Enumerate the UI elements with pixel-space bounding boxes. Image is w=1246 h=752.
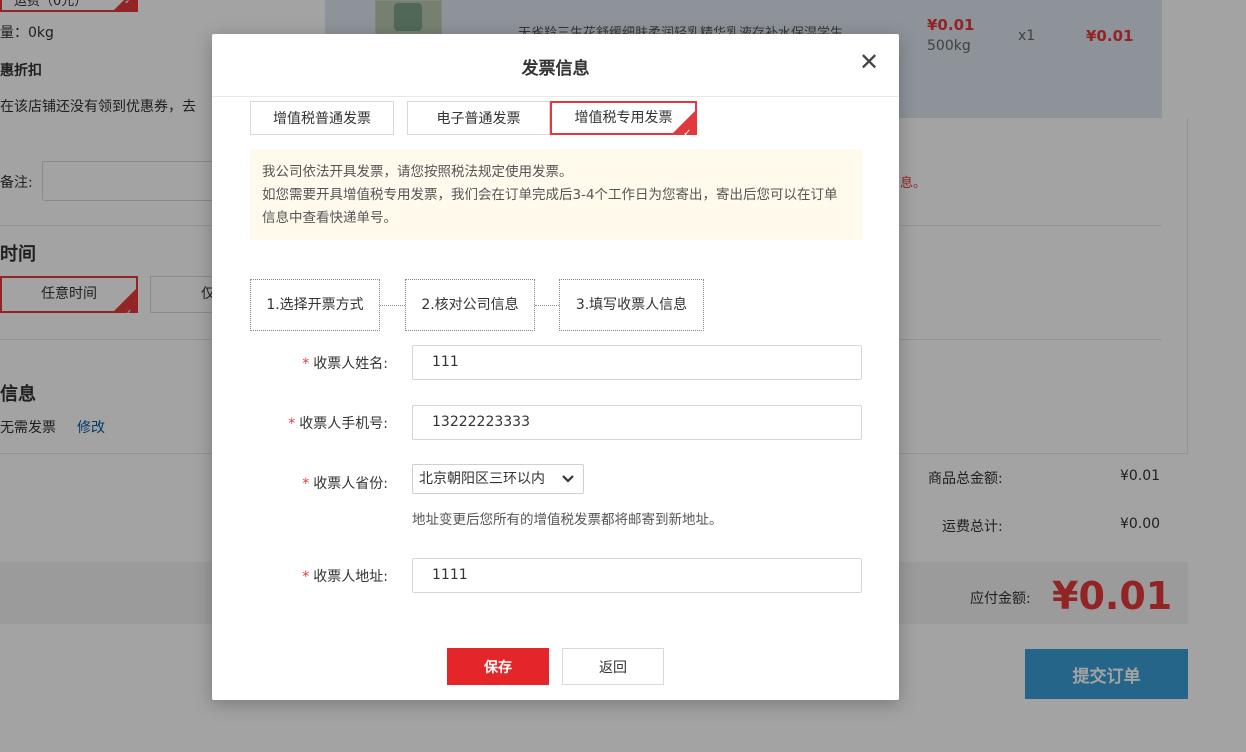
tab-vat-special-label: 增值税专用发票 xyxy=(574,110,673,126)
modal-header-divider xyxy=(212,96,899,97)
tab-vat-normal-invoice[interactable]: 增值税普通发票 xyxy=(250,101,394,135)
step-connector xyxy=(535,305,559,306)
required-mark: * xyxy=(288,416,296,432)
required-mark: * xyxy=(302,569,310,585)
recipient-province-label: * 收票人省份: xyxy=(228,473,388,493)
recipient-address-input[interactable]: 1111 xyxy=(412,558,862,593)
chevron-down-icon xyxy=(562,465,574,504)
recipient-name-label: * 收票人姓名: xyxy=(228,353,388,373)
close-icon[interactable]: ✕ xyxy=(855,48,883,76)
recipient-phone-label: * 收票人手机号: xyxy=(228,413,388,433)
required-mark: * xyxy=(302,476,310,492)
modal-title: 发票信息 xyxy=(521,59,590,79)
save-button[interactable]: 保存 xyxy=(447,648,549,685)
recipient-province-label-text: 收票人省份: xyxy=(313,476,388,492)
province-select[interactable]: 北京朝阳区三环以内 xyxy=(412,464,584,494)
tab-vat-special-invoice[interactable]: 增值税专用发票 xyxy=(550,101,697,149)
province-hint: 地址变更后您所有的增值税发票都将邮寄到新地址。 xyxy=(412,512,723,528)
recipient-address-label-text: 收票人地址: xyxy=(313,569,388,585)
recipient-address-label: * 收票人地址: xyxy=(228,566,388,586)
required-mark: * xyxy=(302,356,310,372)
step-2: 2.核对公司信息 xyxy=(405,279,535,331)
recipient-name-label-text: 收票人姓名: xyxy=(313,356,388,372)
tab-electronic-invoice[interactable]: 电子普通发票 xyxy=(407,101,550,135)
recipient-phone-input[interactable]: 13222223333 xyxy=(412,405,862,440)
recipient-name-input[interactable]: 111 xyxy=(412,345,862,380)
step-connector xyxy=(380,305,405,306)
notice-line-1: 我公司依法开具发票，请您按照税法规定使用发票。 xyxy=(262,164,573,180)
selected-check-icon xyxy=(673,111,695,149)
step-3: 3.填写收票人信息 xyxy=(559,279,704,331)
recipient-phone-label-text: 收票人手机号: xyxy=(299,416,388,432)
notice-line-2: 如您需要开具增值税专用发票，我们会在订单完成后3-4个工作日为您寄出，寄出后您可… xyxy=(262,187,838,226)
invoice-notice: 我公司依法开具发票，请您按照税法规定使用发票。 如您需要开具增值税专用发票，我们… xyxy=(250,149,862,240)
invoice-modal: 发票信息 ✕ 增值税普通发票 电子普通发票 增值税专用发票 我公司依法开具发票，… xyxy=(212,34,899,700)
back-button[interactable]: 返回 xyxy=(562,648,664,685)
step-1: 1.选择开票方式 xyxy=(250,279,380,331)
province-select-value: 北京朝阳区三环以内 xyxy=(419,471,545,487)
